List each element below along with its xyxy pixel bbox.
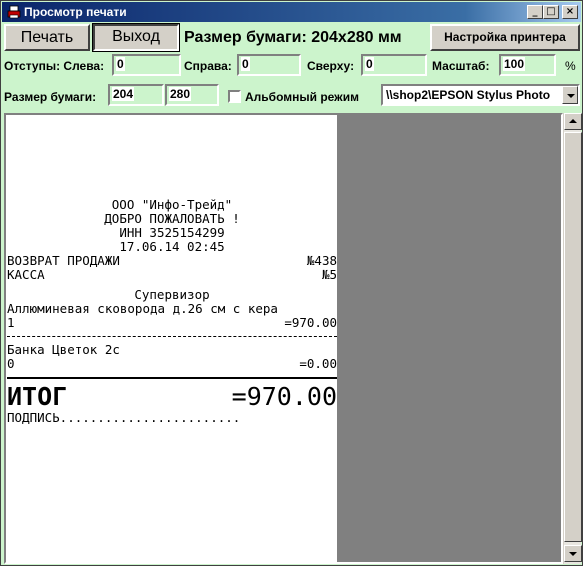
receipt-item-sum: =970.00	[284, 315, 337, 330]
receipt-total-row: ИТОГ =970.00	[7, 383, 337, 411]
margin-left-value: 0	[116, 57, 125, 71]
receipt-cashier: Супервизор	[134, 287, 210, 302]
receipt-company: ООО "Инфо-Трейд"	[111, 197, 233, 212]
margin-right-input[interactable]: 0	[237, 54, 301, 76]
receipt-operation-row: ВОЗВРАТ ПРОДАЖИ №438	[7, 254, 337, 268]
landscape-label: Альбомный режим	[245, 90, 359, 104]
printer-select[interactable]: \\shop2\EPSON Stylus Photo	[381, 84, 580, 106]
receipt-kassa-number: №5	[321, 267, 337, 282]
scale-value: 100	[503, 57, 526, 71]
paper-page: ООО "Инфо-Трейд" ДОБРО ПОЖАЛОВАТЬ ! ИНН …	[6, 115, 337, 562]
print-preview-window: Просмотр печати _ □ × Печать Выход Разме…	[0, 0, 583, 566]
receipt-divider	[7, 336, 337, 337]
maximize-button[interactable]: □	[543, 5, 559, 19]
printer-icon	[7, 5, 21, 19]
receipt-item-name: Банка Цветок 2с	[7, 342, 120, 357]
landscape-checkbox[interactable]	[228, 90, 241, 103]
receipt-item-name: Аллюминевая сковорода д.26 см с кера	[7, 301, 278, 316]
paper-width-input[interactable]: 204	[108, 84, 164, 106]
scroll-thumb[interactable]	[564, 132, 582, 542]
receipt-item-sum: =0.00	[299, 356, 337, 371]
scroll-down-icon[interactable]	[564, 545, 582, 562]
printer-setup-button[interactable]: Настройка принтера	[430, 24, 580, 51]
paper-size-caption: Размер бумаги: 204x280 мм	[184, 29, 402, 46]
receipt-operation: ВОЗВРАТ ПРОДАЖИ	[7, 253, 120, 268]
exit-button[interactable]: Выход	[92, 23, 180, 52]
receipt-datetime: 17.06.14 02:45	[119, 239, 225, 254]
receipt-item-qty: 1	[7, 315, 15, 330]
paper-size-label: Размер бумаги:	[4, 90, 97, 104]
paper-height-input[interactable]: 280	[165, 84, 219, 106]
receipt-signature: ПОДПИСЬ........................	[7, 410, 241, 425]
margin-top-label: Сверху:	[307, 59, 355, 73]
receipt-welcome: ДОБРО ПОЖАЛОВАТЬ !	[104, 211, 240, 226]
receipt-item-row: 0 =0.00	[7, 357, 337, 371]
minimize-button[interactable]: _	[527, 5, 543, 19]
margin-right-value: 0	[241, 57, 250, 71]
receipt-kassa-label: КАССА	[7, 267, 45, 282]
chevron-down-icon[interactable]	[562, 86, 578, 104]
receipt-item-qty: 0	[7, 356, 15, 371]
margin-right-label: Справа:	[184, 59, 232, 73]
receipt-item-row: 1 =970.00	[7, 316, 337, 330]
paper-width-value: 204	[112, 87, 135, 101]
receipt-inn: ИНН 3525154299	[119, 225, 225, 240]
vertical-scrollbar[interactable]	[563, 113, 582, 564]
margin-left-input[interactable]: 0	[112, 54, 181, 76]
margin-top-value: 0	[365, 57, 374, 71]
scale-unit: %	[565, 59, 576, 73]
margin-top-input[interactable]: 0	[361, 54, 427, 76]
paper-height-value: 280	[169, 87, 192, 101]
close-button[interactable]: ×	[562, 5, 578, 19]
printer-select-value: \\shop2\EPSON Stylus Photo	[386, 88, 551, 102]
margin-left-label: Отступы: Слева:	[4, 59, 105, 73]
receipt-total-value: =970.00	[231, 382, 337, 411]
receipt-total-label: ИТОГ	[7, 382, 68, 411]
scale-input[interactable]: 100	[499, 54, 556, 76]
print-button[interactable]: Печать	[4, 24, 90, 51]
scale-label: Масштаб:	[432, 59, 490, 73]
preview-viewport[interactable]: ООО "Инфо-Трейд" ДОБРО ПОЖАЛОВАТЬ ! ИНН …	[4, 113, 563, 564]
receipt: ООО "Инфо-Трейд" ДОБРО ПОЖАЛОВАТЬ ! ИНН …	[7, 198, 337, 425]
receipt-divider	[7, 377, 337, 379]
window-title: Просмотр печати	[24, 5, 127, 19]
scroll-up-icon[interactable]	[564, 113, 582, 130]
title-bar[interactable]: Просмотр печати _ □ ×	[2, 2, 581, 22]
receipt-number: №438	[306, 253, 337, 268]
receipt-kassa-row: КАССА №5	[7, 268, 337, 282]
